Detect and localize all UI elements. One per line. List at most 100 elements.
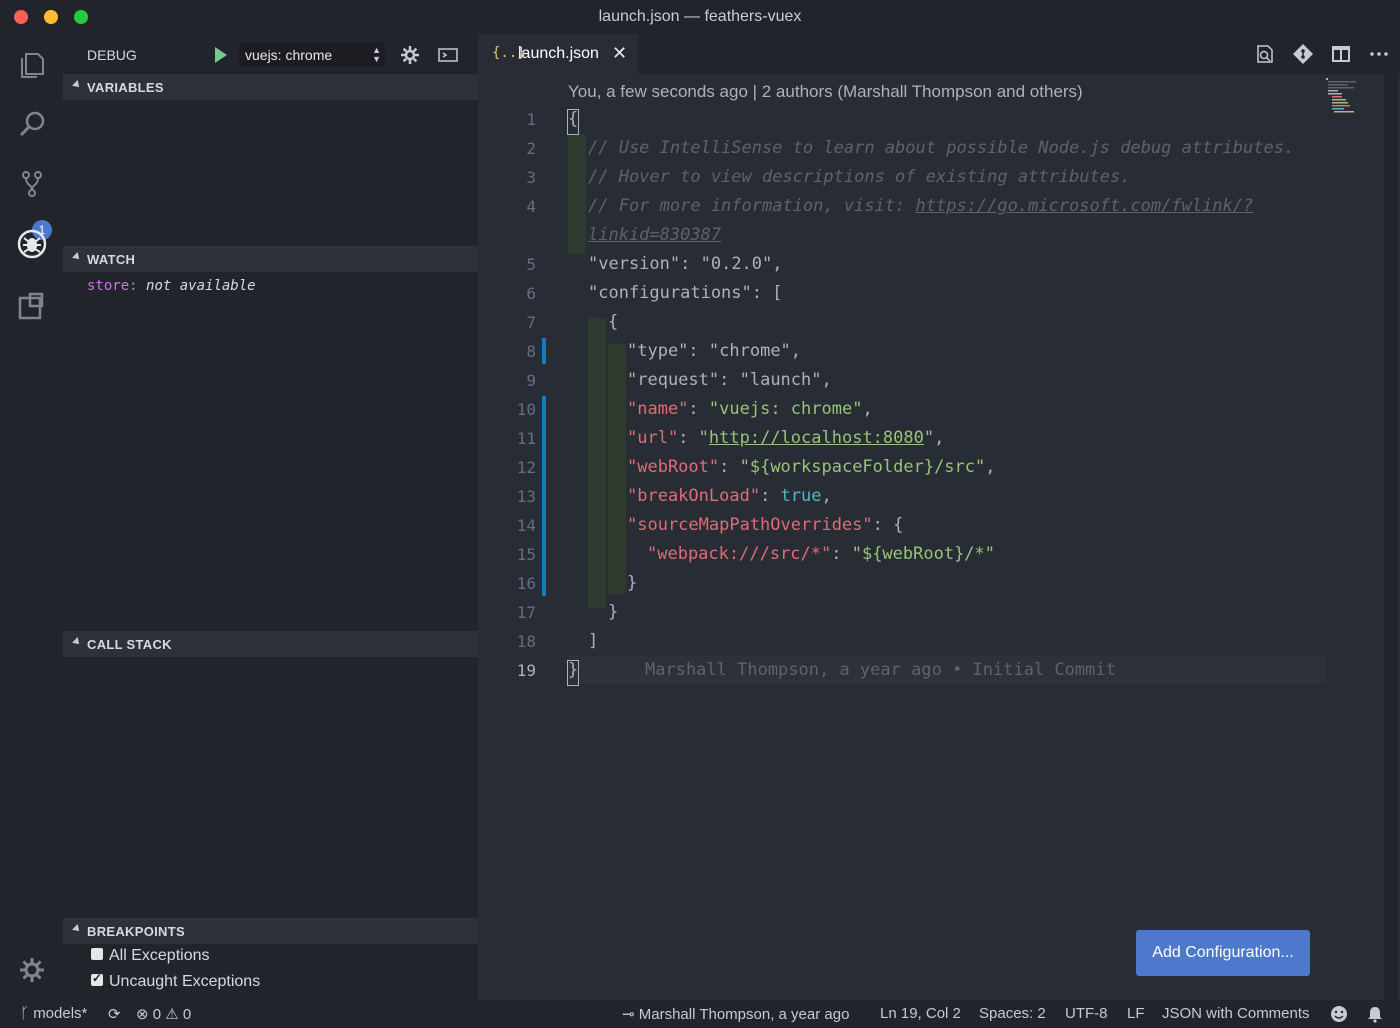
notifications-bell-icon[interactable] <box>1366 1005 1384 1023</box>
json-url-link[interactable]: http://localhost:8080 <box>709 428 924 448</box>
debug-toolbar: DEBUG vuejs: chrome ▲▼ <box>63 34 478 74</box>
debug-console-icon[interactable] <box>437 44 459 66</box>
language-mode[interactable]: JSON with Comments <box>1162 1005 1310 1022</box>
json-key: "name" <box>627 399 688 419</box>
git-blame-status[interactable]: ⊸ Marshall Thompson, a year ago <box>622 1005 849 1023</box>
all-exceptions-checkbox[interactable] <box>91 948 103 960</box>
settings-gear-icon[interactable] <box>16 954 48 986</box>
eol-status[interactable]: LF <box>1127 1005 1145 1022</box>
breakpoint-label: Uncaught Exceptions <box>109 973 260 990</box>
launch-configuration-select[interactable]: vuejs: chrome ▲▼ <box>239 43 385 67</box>
status-bar: ᚴ models* ⟳ ⊗ 0 ⚠ 0 ⊸ Marshall Thompson,… <box>0 1000 1400 1028</box>
comment-text: // For more information, visit: <box>588 196 916 216</box>
watch-title: WATCH <box>87 252 135 267</box>
minimap[interactable] <box>1326 74 1386 134</box>
watch-expression[interactable]: store: not available <box>87 278 256 294</box>
collapse-caret-icon <box>72 252 82 262</box>
git-branch-icon: ᚴ <box>20 1005 29 1022</box>
json-key: "version" <box>588 254 680 274</box>
git-blame-codelens[interactable]: You, a few seconds ago | 2 authors (Mars… <box>568 82 1083 102</box>
indent-guide <box>608 344 626 594</box>
line-number: 17 <box>478 603 536 622</box>
search-icon[interactable] <box>16 108 48 140</box>
indent-guide <box>568 134 586 254</box>
source-control-icon[interactable] <box>16 168 48 200</box>
feedback-smiley-icon[interactable] <box>1330 1005 1348 1023</box>
breakpoint-label: All Exceptions <box>109 947 210 964</box>
watch-section-header[interactable]: WATCH <box>63 246 478 272</box>
blame-text: Marshall Thompson, a year ago <box>639 1006 850 1023</box>
line-number: 3 <box>478 168 536 187</box>
line-number: 13 <box>478 487 536 506</box>
inline-git-blame: Marshall Thompson, a year ago • Initial … <box>645 660 1116 680</box>
code-line-18: ] <box>588 631 598 651</box>
variables-section-header[interactable]: VARIABLES <box>63 74 478 100</box>
close-tab-icon[interactable]: ✕ <box>612 43 627 64</box>
json-value: "${workspaceFolder}/src" <box>740 457 986 477</box>
comment-link[interactable]: https://go.microsoft.com/fwlink/? <box>916 196 1254 216</box>
uncaught-exceptions-checkbox[interactable] <box>91 974 103 986</box>
editor-tabs: {..} launch.json ✕ <box>478 34 1400 74</box>
line-number: 12 <box>478 458 536 477</box>
json-key: "webRoot" <box>627 457 719 477</box>
extensions-icon[interactable] <box>16 290 48 322</box>
branch-status[interactable]: ᚴ models* <box>20 1005 87 1022</box>
code-line-14: "sourceMapPathOverrides": { <box>627 515 903 535</box>
error-count: 0 <box>153 1006 161 1023</box>
json-key: "webpack:///src/*" <box>647 544 831 564</box>
json-value: "vuejs: chrome" <box>709 399 863 419</box>
git-icon[interactable] <box>1292 43 1314 65</box>
error-icon: ⊗ <box>136 1006 149 1023</box>
debug-icon[interactable] <box>16 228 48 260</box>
more-actions-icon[interactable] <box>1368 43 1390 65</box>
activity-bar: 1 <box>0 34 63 1000</box>
code-line-16: } <box>627 573 637 593</box>
json-key: "request" <box>627 370 719 390</box>
tab-launch-json[interactable]: {..} launch.json ✕ <box>478 34 638 74</box>
tab-label: launch.json <box>518 45 599 63</box>
gear-icon[interactable] <box>399 44 421 66</box>
collapse-caret-icon <box>72 924 82 934</box>
encoding-status[interactable]: UTF-8 <box>1065 1005 1108 1022</box>
warning-icon: ⚠ <box>165 1006 178 1023</box>
split-editor-icon[interactable] <box>1330 43 1352 65</box>
code-line-11: "url": "http://localhost:8080", <box>627 428 944 448</box>
cursor-position[interactable]: Ln 19, Col 2 <box>880 1005 961 1022</box>
explorer-icon[interactable] <box>16 48 48 80</box>
debug-sidebar: DEBUG vuejs: chrome ▲▼ VARIABLES WATCH <box>63 34 478 1000</box>
code-line-5: "version": "0.2.0", <box>588 254 783 274</box>
line-number: 11 <box>478 429 536 448</box>
code-line-12: "webRoot": "${workspaceFolder}/src", <box>627 457 996 477</box>
line-number: 4 <box>478 197 536 216</box>
code-line-4: // For more information, visit: https://… <box>588 196 1253 216</box>
open-changes-icon[interactable] <box>1254 43 1276 65</box>
vscode-window: launch.json — feathers-vuex 1 <box>0 0 1400 1028</box>
line-number: 7 <box>478 313 536 332</box>
code-line-7: { <box>608 312 618 332</box>
commit-icon: ⊸ <box>622 1006 635 1023</box>
json-key: "breakOnLoad" <box>627 486 760 506</box>
start-debugging-icon[interactable] <box>215 47 227 63</box>
json-value: "chrome" <box>709 341 791 361</box>
sync-icon[interactable]: ⟳ <box>108 1005 121 1023</box>
call-stack-section-header[interactable]: CALL STACK <box>63 631 478 657</box>
line-number: 8 <box>478 342 536 361</box>
json-key: "type" <box>627 341 688 361</box>
code-editor[interactable]: You, a few seconds ago | 2 authors (Mars… <box>478 74 1400 1000</box>
json-value: "launch" <box>740 370 822 390</box>
breakpoint-uncaught-exceptions[interactable]: Uncaught Exceptions <box>91 973 260 993</box>
line-number: 10 <box>478 400 536 419</box>
line-number: 14 <box>478 516 536 535</box>
brace: } <box>568 660 578 680</box>
breakpoint-all-exceptions[interactable]: All Exceptions <box>91 947 210 967</box>
indentation-status[interactable]: Spaces: 2 <box>979 1005 1046 1022</box>
problems-status[interactable]: ⊗ 0 ⚠ 0 <box>136 1005 191 1023</box>
code-line-17: } <box>608 602 618 622</box>
breakpoints-section-header[interactable]: BREAKPOINTS <box>63 918 478 944</box>
code-line-10: "name": "vuejs: chrome", <box>627 399 873 419</box>
add-configuration-button[interactable]: Add Configuration... <box>1136 930 1310 976</box>
comment-link[interactable]: linkid=830387 <box>588 225 721 245</box>
code-line-3: // Hover to view descriptions of existin… <box>588 167 1130 187</box>
editor-scrollbar[interactable] <box>1384 74 1398 1000</box>
bracket: [ <box>772 283 782 303</box>
